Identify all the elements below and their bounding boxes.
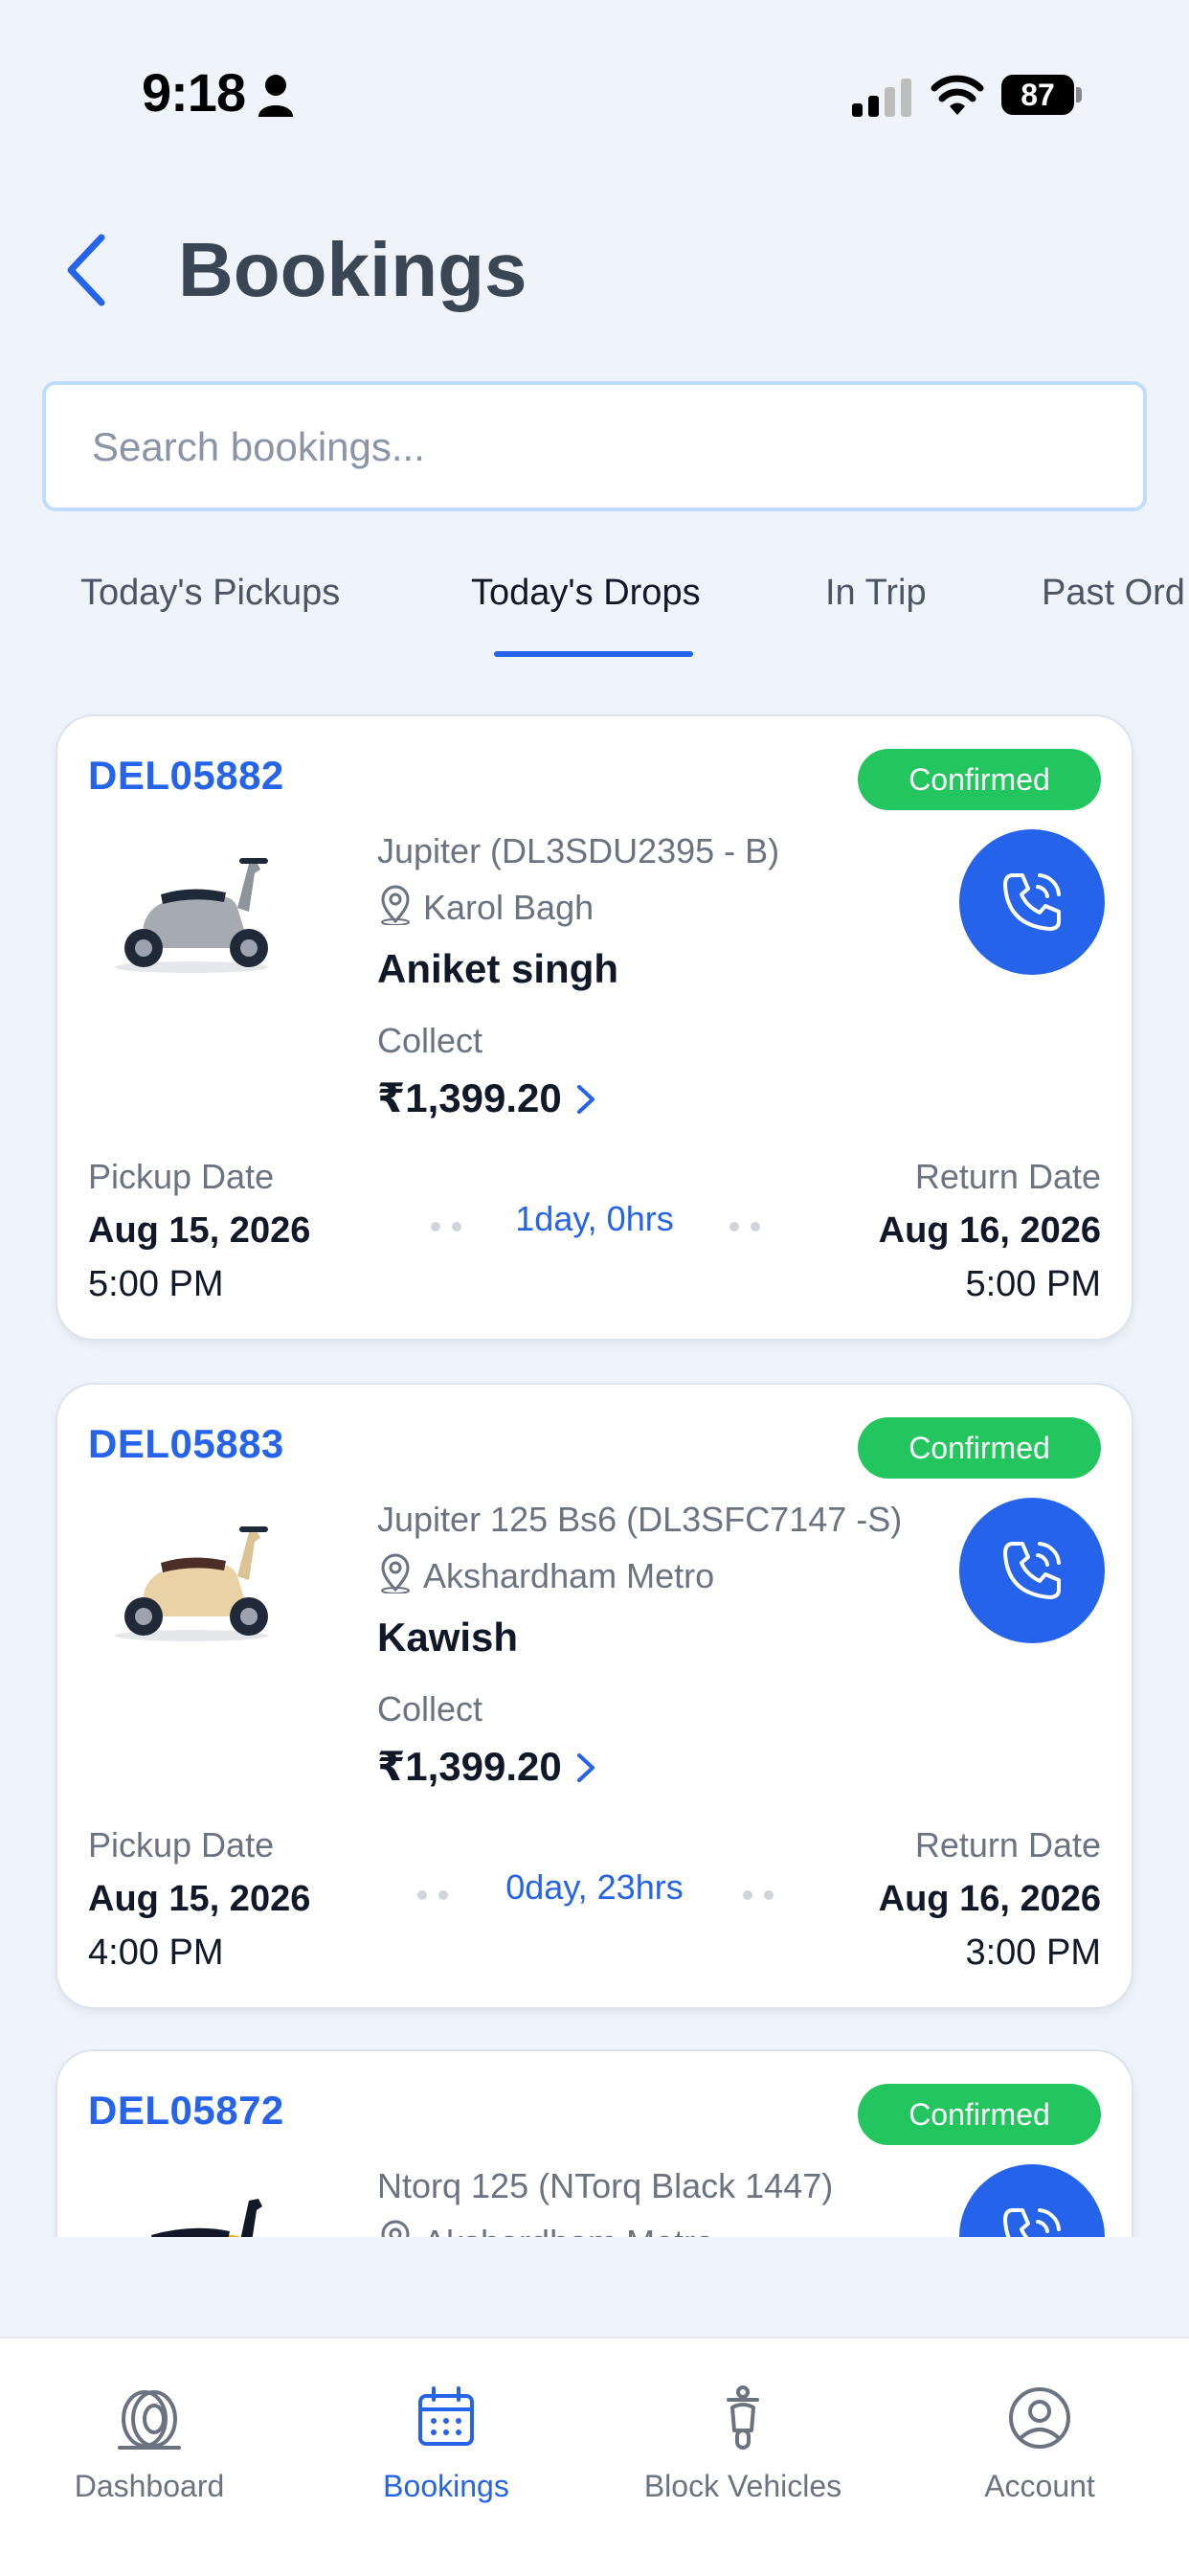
tab-in-trip[interactable]: In Trip	[825, 573, 927, 614]
vehicle-name: Jupiter (DL3SDU2395 - B)	[377, 831, 780, 870]
pickup-date-label: Pickup Date	[88, 1825, 275, 1864]
collect-label: Collect	[377, 1689, 483, 1729]
location-text: Akshardham Metro	[423, 1556, 715, 1595]
timeline-dots	[743, 1890, 781, 1900]
booking-id[interactable]: DEL05883	[88, 1421, 284, 1467]
booking-card[interactable]: DEL05882 Confirmed Jupiter (DL3SDU2395 -…	[56, 714, 1133, 1341]
nav-account[interactable]: Account	[925, 2384, 1155, 2528]
amount-value: ₹1,399.20	[377, 1744, 562, 1789]
chevron-right-icon	[576, 1085, 594, 1114]
call-button[interactable]	[959, 1498, 1105, 1643]
nav-label: Block Vehicles	[643, 2469, 842, 2503]
status-badge: Confirmed	[858, 749, 1101, 810]
status-bar: 9:18 87	[0, 0, 1189, 192]
active-tab-indicator	[494, 651, 693, 657]
booking-list-clip: DEL05872 Confirmed Ntorq 125 (NTorq Blac…	[0, 2049, 1189, 2237]
pickup-location: Akshardham Metro	[377, 1553, 714, 1596]
phone-icon	[1003, 873, 1061, 931]
call-button[interactable]	[959, 829, 1105, 975]
customer-name: Kawish	[377, 1615, 519, 1660]
pickup-location: Akshardham Metro	[377, 2220, 714, 2237]
pickup-location: Karol Bagh	[377, 885, 594, 928]
scooter-image	[151, 2199, 262, 2237]
location-text: Akshardham Metro	[423, 2223, 714, 2237]
status-badge: Confirmed	[858, 2084, 1101, 2145]
booking-card[interactable]: DEL05872 Confirmed Ntorq 125 (NTorq Blac…	[56, 2049, 1133, 2237]
calendar-icon	[418, 2386, 474, 2446]
phone-icon	[1003, 2208, 1061, 2237]
tire-icon	[118, 2390, 181, 2450]
scooter-image	[115, 1526, 268, 1641]
location-pin-icon	[381, 885, 410, 925]
phone-icon	[1003, 1542, 1061, 1599]
location-pin-icon	[381, 2220, 410, 2237]
page-title: Bookings	[178, 227, 527, 312]
person-icon	[258, 75, 293, 117]
battery-indicator: 87	[1001, 75, 1084, 115]
battery-level: 87	[1001, 75, 1074, 115]
user-circle-icon	[1009, 2387, 1070, 2449]
nav-label: Account	[984, 2469, 1095, 2503]
booking-card[interactable]: DEL05883 Confirmed Jupiter 125 Bs6 (DL3S…	[56, 1383, 1133, 2009]
bottom-nav: Dashboard Bookings Block Vehicles Accoun…	[0, 2337, 1189, 2576]
customer-name: Aniket singh	[377, 946, 619, 991]
amount-value: ₹1,399.20	[377, 1075, 562, 1120]
return-date: Aug 16, 2026	[878, 1210, 1101, 1251]
nav-bookings[interactable]: Bookings	[331, 2384, 561, 2528]
return-date-label: Return Date	[914, 1825, 1101, 1864]
return-date-label: Return Date	[914, 1157, 1101, 1196]
vehicle-name: Ntorq 125 (NTorq Black 1447)	[377, 2166, 834, 2205]
back-arrow-icon[interactable]	[59, 230, 117, 310]
location-pin-icon	[381, 1553, 410, 1593]
search-input[interactable]	[90, 385, 1109, 509]
status-badge: Confirmed	[858, 1417, 1101, 1479]
vehicle-name: Jupiter 125 Bs6 (DL3SFC7147 -S)	[377, 1500, 903, 1539]
return-time: 3:00 PM	[965, 1932, 1101, 1973]
collect-amount[interactable]: ₹1,399.20	[377, 1074, 596, 1121]
nav-label: Dashboard	[74, 2469, 225, 2503]
tab-todays-pickups[interactable]: Today's Pickups	[80, 573, 340, 614]
pickup-time: 5:00 PM	[88, 1264, 224, 1304]
scooter-icon	[727, 2385, 759, 2450]
tab-todays-drops[interactable]: Today's Drops	[471, 573, 701, 614]
collect-amount[interactable]: ₹1,399.20	[377, 1743, 596, 1790]
scooter-image	[115, 858, 268, 973]
booking-id[interactable]: DEL05872	[88, 2088, 284, 2134]
nav-dashboard[interactable]: Dashboard	[34, 2384, 264, 2528]
nav-label: Bookings	[383, 2469, 509, 2503]
call-button[interactable]	[959, 2164, 1105, 2237]
return-date: Aug 16, 2026	[878, 1879, 1101, 1919]
return-time: 5:00 PM	[965, 1264, 1101, 1304]
tab-past-orders[interactable]: Past Ord	[1042, 573, 1185, 614]
timeline-dots	[729, 1222, 768, 1232]
booking-tabs: Today's Pickups Today's Drops In Trip Pa…	[0, 555, 1189, 661]
nav-block-vehicles[interactable]: Block Vehicles	[628, 2384, 858, 2528]
chevron-right-icon	[576, 1753, 594, 1782]
search-box[interactable]	[42, 381, 1147, 511]
wifi-icon	[931, 75, 984, 115]
collect-label: Collect	[377, 1021, 483, 1060]
pickup-date-label: Pickup Date	[88, 1157, 275, 1196]
location-text: Karol Bagh	[423, 888, 594, 927]
booking-id[interactable]: DEL05882	[88, 753, 284, 799]
status-time: 9:18	[142, 62, 246, 123]
pickup-time: 4:00 PM	[88, 1932, 224, 1973]
signal-icon	[852, 79, 911, 117]
